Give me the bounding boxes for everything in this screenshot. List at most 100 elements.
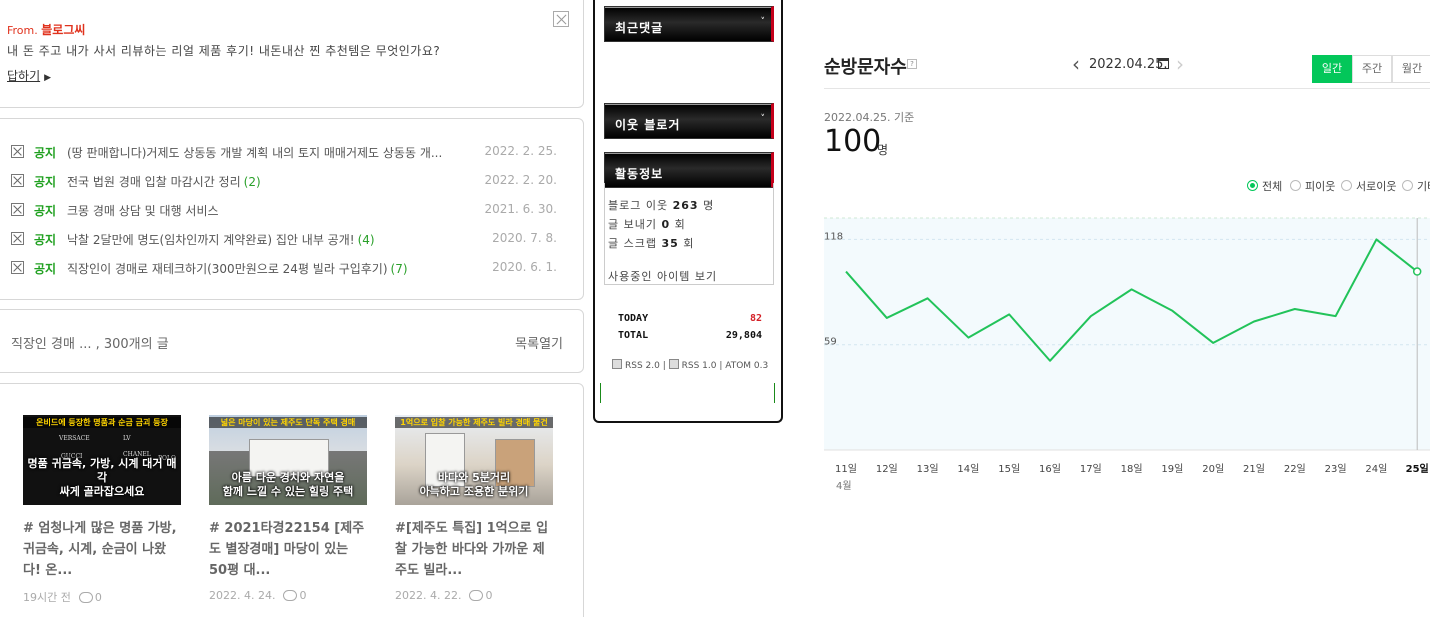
total-value: 29,804 — [725, 330, 762, 341]
notice-title-text: 낙찰 2달만에 명도(임차인까지 계약완료) 집안 내부 공개! — [67, 233, 355, 247]
notice-row[interactable]: 공지 낙찰 2달만에 명도(임차인까지 계약완료) 집안 내부 공개! (4) 202… — [11, 228, 571, 248]
post-card[interactable]: 1억으로 입찰 가능한 제주도 빌라 경매 물건 바다와 5분거리 아늑하고 조용… — [395, 415, 555, 602]
post-time: 2022. 4. 22. — [395, 589, 462, 602]
post-thumbnail[interactable]: 1억으로 입찰 가능한 제주도 빌라 경매 물건 바다와 5분거리 아늑하고 조용… — [395, 415, 553, 505]
post-card[interactable]: 넓은 마당이 있는 제주도 단독 주택 경매 아름 다운 경치와 자연을 함께 느… — [209, 415, 369, 602]
today-value: 82 — [749, 313, 762, 324]
post-thumbnail[interactable]: 넓은 마당이 있는 제주도 단독 주택 경매 아름 다운 경치와 자연을 함께 느… — [209, 415, 367, 505]
close-icon[interactable] — [553, 11, 569, 27]
post-grid: 온비드에 등장한 명품과 순금 금괴 등장 VERSACE LV GUCCI C… — [0, 383, 584, 617]
send-unit: 회 — [674, 218, 686, 231]
post-time: 2022. 4. 24. — [209, 589, 276, 602]
notice-row[interactable]: 공지 전국 법원 경매 입찰 마감시간 정리 (2) 2022. 2. 20. — [11, 170, 571, 190]
x-tick-label: 24일 — [1365, 463, 1387, 475]
chevron-down-icon[interactable]: ˅ — [761, 17, 766, 27]
items-link[interactable]: 사용중인 아이템 보기 — [608, 268, 717, 284]
tab-monthly[interactable]: 월간 — [1392, 55, 1430, 83]
notice-date: 2020. 7. 8. — [492, 231, 557, 245]
rss1-link[interactable]: RSS 1.0 — [682, 361, 717, 371]
notice-title[interactable]: 직장인이 경매로 재테크하기(300만원으로 24평 빌라 구입후기) (7) — [67, 260, 408, 277]
thumbnail-caption-line: 명품 귀금속, 가방, 시계 대거 매각 — [27, 457, 177, 484]
visitor-line-chart: 118 59 11일 12일 13일 14일 15일 16일 17일 18일 19일 20일 21일 22… — [824, 217, 1430, 492]
brand-logo-icon: VERSACE — [59, 435, 90, 442]
x-tick-label: 18일 — [1121, 463, 1143, 475]
chevron-left-icon[interactable]: ‹ — [1072, 52, 1080, 76]
notice-row[interactable]: 공지 크몽 경매 상담 및 대행 서비스 2021. 6. 30. — [11, 199, 571, 219]
y-tick-label: 59 — [824, 337, 837, 348]
post-thumbnail[interactable]: 온비드에 등장한 명품과 순금 금괴 등장 VERSACE LV GUCCI C… — [23, 415, 181, 505]
notice-row[interactable]: 공지 (땅 판매합니다)거제도 상동동 개발 계획 내의 토지 매매거제도 상동동… — [11, 141, 571, 161]
post-title[interactable]: # 엄청나게 많은 명품 가방, 귀금속, 시계, 순금이 나왔다! 온... — [23, 518, 183, 581]
help-icon[interactable]: ? — [907, 59, 917, 69]
month-label: 4월 — [836, 480, 852, 492]
checkbox-icon[interactable] — [11, 174, 24, 187]
filter-non-neighbor[interactable]: 피이웃 — [1290, 178, 1335, 194]
notice-title[interactable]: 크몽 경매 상담 및 대행 서비스 — [67, 202, 222, 219]
neighbor-blogger-header[interactable]: 이웃 블로거 ˅ — [604, 103, 774, 139]
today-stat: TODAY 82 — [618, 313, 762, 324]
checkbox-icon[interactable] — [11, 261, 24, 274]
send-stat: 글 보내기 0 회 — [608, 216, 686, 232]
visitor-count: 100 — [824, 124, 882, 159]
thumbnail-caption-line: 바다와 5분거리 — [437, 471, 511, 484]
radio-icon[interactable] — [1341, 180, 1352, 191]
thumbnail-banner: 1억으로 입찰 가능한 제주도 빌라 경매 물건 — [395, 417, 553, 428]
filter-other-label: 기타 — [1417, 180, 1430, 193]
notice-comment-count: (4) — [357, 233, 375, 247]
notice-tag: 공지 — [34, 175, 57, 189]
comment-icon — [283, 590, 298, 601]
send-label: 글 보내기 — [608, 218, 657, 231]
filter-non-neighbor-label: 피이웃 — [1305, 180, 1336, 193]
question-from: From. 블로그씨 — [7, 21, 85, 38]
post-title[interactable]: # 2021타경22154 [제주도 별장경매] 마당이 있는 50평 대... — [209, 518, 369, 581]
filter-all[interactable]: 전체 — [1247, 178, 1282, 194]
radio-icon[interactable] — [1402, 180, 1413, 191]
blog-sidebar: 최근댓글 ˅ 이웃 블로거 ˅ 활동정보 블로그 이웃 263 명 글 보내기 0 … — [593, 0, 783, 423]
filter-other[interactable]: 기타 — [1402, 178, 1430, 194]
post-card[interactable]: 온비드에 등장한 명품과 순금 금괴 등장 VERSACE LV GUCCI C… — [23, 415, 183, 605]
thumbnail-banner: 온비드에 등장한 명품과 순금 금괴 등장 — [23, 417, 181, 428]
filter-mutual-neighbor[interactable]: 서로이웃 — [1341, 178, 1396, 194]
notice-date: 2022. 2. 25. — [484, 144, 557, 158]
atom-link[interactable]: ATOM 0.3 — [725, 361, 768, 371]
scrap-value: 35 — [661, 237, 679, 250]
comment-count: 0 — [299, 589, 307, 602]
comment-icon — [469, 590, 484, 601]
tab-weekly[interactable]: 주간 — [1352, 55, 1392, 83]
recent-comments-header[interactable]: 최근댓글 ˅ — [604, 6, 774, 42]
notice-comment-count: (7) — [390, 262, 408, 276]
post-title[interactable]: #[제주도 특집] 1억으로 입찰 가능한 바다와 가까운 제주도 빌라... — [395, 518, 555, 581]
checkbox-icon[interactable] — [11, 203, 24, 216]
rss2-link[interactable]: RSS 2.0 — [625, 361, 660, 371]
radio-icon[interactable] — [1290, 180, 1301, 191]
radio-selected-icon[interactable] — [1247, 180, 1258, 191]
chevron-right-icon[interactable]: › — [1176, 52, 1184, 76]
notice-list: 공지 (땅 판매합니다)거제도 상동동 개발 계획 내의 토지 매매거제도 상동동… — [0, 118, 584, 300]
notice-title-text: (땅 판매합니다)거제도 상동동 개발 계획 내의 토지 매매거제도 상동동 개… — [67, 146, 443, 160]
reply-button[interactable]: 답하기 ▶ — [7, 67, 51, 84]
notice-title[interactable]: 전국 법원 경매 입찰 마감시간 정리 (2) — [67, 173, 261, 190]
x-tick-label: 20일 — [1202, 463, 1224, 475]
chevron-down-icon[interactable]: ˅ — [761, 114, 766, 124]
notice-tag: 공지 — [34, 233, 57, 247]
thumbnail-banner: 넓은 마당이 있는 제주도 단독 주택 경매 — [209, 417, 367, 428]
open-list-button[interactable]: 목록열기 — [515, 333, 563, 352]
divider — [824, 88, 1430, 89]
filter-all-label: 전체 — [1262, 180, 1283, 193]
checkbox-icon[interactable] — [11, 145, 24, 158]
thumbnail-caption: 바다와 5분거리 아늑하고 조용한 분위기 — [395, 471, 553, 499]
notice-title[interactable]: 낙찰 2달만에 명도(임차인까지 계약완료) 집안 내부 공개! (4) — [67, 231, 375, 248]
notice-title[interactable]: (땅 판매합니다)거제도 상동동 개발 계획 내의 토지 매매거제도 상동동 개… — [67, 144, 445, 161]
recent-comments-label: 최근댓글 — [615, 21, 664, 35]
x-tick-label: 17일 — [1080, 463, 1102, 475]
calendar-icon[interactable] — [1158, 58, 1169, 69]
x-tick-label: 22일 — [1284, 463, 1306, 475]
scrap-stat: 글 스크랩 35 회 — [608, 235, 694, 251]
brand-logo-icon: LV — [123, 435, 131, 442]
current-date: 2022.04.25. — [1089, 57, 1168, 72]
comment-count: 0 — [94, 591, 102, 604]
checkbox-icon[interactable] — [11, 232, 24, 245]
notice-row[interactable]: 공지 직장인이 경매로 재테크하기(300만원으로 24평 빌라 구입후기) (7)… — [11, 257, 571, 277]
filter-mutual-label: 서로이웃 — [1356, 180, 1397, 193]
tab-daily[interactable]: 일간 — [1312, 55, 1352, 83]
